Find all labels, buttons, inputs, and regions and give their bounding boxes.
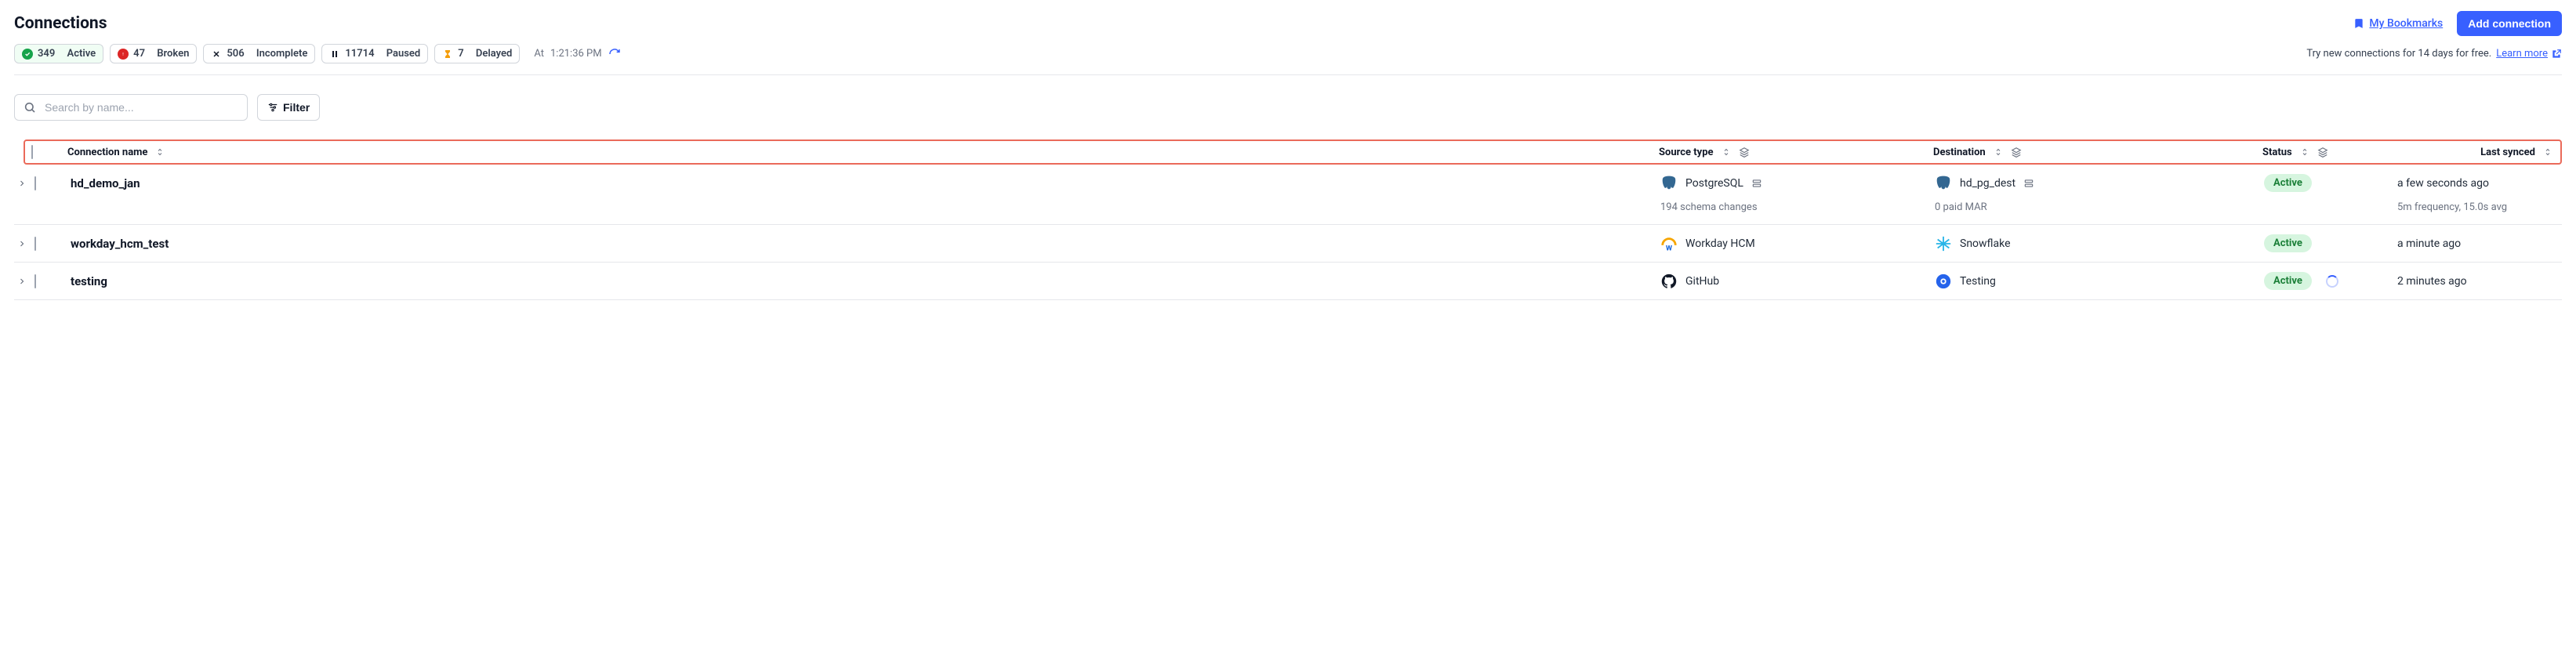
table-row-details: 194 schema changes 0 paid MAR 5m frequen…: [14, 201, 2562, 225]
testing-icon: [1935, 273, 1952, 290]
syncing-spinner-icon: [2326, 275, 2338, 288]
pill-delayed[interactable]: 7 Delayed: [434, 44, 520, 63]
x-icon: [211, 49, 222, 60]
col-destination: Destination: [1933, 147, 1986, 158]
pill-paused-label: Paused: [386, 48, 421, 60]
expand-row-icon[interactable]: [14, 277, 30, 286]
stack-icon: [1751, 178, 1762, 189]
sort-icon[interactable]: [155, 147, 165, 157]
row-checkbox[interactable]: [34, 176, 36, 190]
filter-button[interactable]: Filter: [257, 94, 320, 121]
destination-subtext: 0 paid MAR: [1935, 201, 2264, 213]
select-all-checkbox[interactable]: [31, 145, 33, 159]
last-synced-value: a few seconds ago: [2397, 177, 2554, 190]
filter-label: Filter: [283, 101, 310, 114]
pill-active-count: 349: [38, 48, 55, 60]
pill-incomplete[interactable]: 506 Incomplete: [203, 44, 315, 63]
sort-icon[interactable]: [2300, 147, 2309, 157]
col-status: Status: [2262, 147, 2292, 158]
sort-icon[interactable]: [2543, 147, 2552, 157]
group-icon[interactable]: [2317, 147, 2328, 158]
expand-row-icon[interactable]: [14, 179, 30, 188]
pill-incomplete-label: Incomplete: [256, 48, 307, 60]
timestamp-value: 1:21:36 PM: [550, 48, 602, 60]
learn-more-label: Learn more: [2496, 48, 2548, 60]
source-label: Workday HCM: [1685, 237, 1755, 250]
table-row[interactable]: workday_hcm_test W Workday HCM Snowflake…: [14, 225, 2562, 263]
search-input[interactable]: [14, 94, 248, 121]
my-bookmarks-link[interactable]: My Bookmarks: [2353, 17, 2443, 30]
github-icon: [1660, 273, 1678, 290]
postgres-icon: [1935, 175, 1952, 192]
destination-label: hd_pg_dest: [1960, 177, 2015, 190]
col-source-type: Source type: [1659, 147, 1714, 158]
my-bookmarks-label: My Bookmarks: [2369, 17, 2443, 30]
search-icon: [24, 101, 36, 114]
group-icon[interactable]: [1739, 147, 1750, 158]
sort-icon[interactable]: [1994, 147, 2003, 157]
col-connection-name: Connection name: [67, 147, 147, 158]
trial-text: Try new connections for 14 days for free…: [2306, 48, 2491, 60]
external-link-icon: [2551, 49, 2562, 60]
source-subtext: 194 schema changes: [1660, 201, 1935, 213]
alert-circle-icon: [118, 49, 129, 60]
timestamp-prefix: At: [534, 48, 544, 60]
last-synced-value: 2 minutes ago: [2397, 275, 2554, 288]
destination-label: Testing: [1960, 275, 1996, 288]
pill-delayed-count: 7: [458, 48, 463, 60]
pill-paused-count: 11714: [345, 48, 374, 60]
stack-icon: [2023, 178, 2034, 189]
row-checkbox[interactable]: [34, 274, 36, 288]
pill-broken-count: 47: [133, 48, 145, 60]
pill-broken-label: Broken: [157, 48, 189, 60]
last-synced-value: a minute ago: [2397, 237, 2554, 250]
connection-name: testing: [71, 274, 1660, 288]
refresh-icon[interactable]: [608, 48, 621, 60]
postgres-icon: [1660, 175, 1678, 192]
connection-name: hd_demo_jan: [71, 176, 1660, 190]
group-icon[interactable]: [2011, 147, 2022, 158]
add-connection-button[interactable]: Add connection: [2457, 11, 2562, 36]
sliders-icon: [267, 102, 278, 113]
row-checkbox[interactable]: [34, 237, 36, 251]
learn-more-link[interactable]: Learn more: [2496, 48, 2562, 60]
table-row[interactable]: testing GitHub Testing Active 2 minutes …: [14, 263, 2562, 300]
sort-icon[interactable]: [1722, 147, 1731, 157]
workday-icon: W: [1660, 235, 1678, 252]
status-badge: Active: [2264, 272, 2312, 290]
connection-name: workday_hcm_test: [71, 237, 1660, 251]
pill-incomplete-count: 506: [227, 48, 244, 60]
col-last-synced: Last synced: [2480, 147, 2535, 158]
expand-row-icon[interactable]: [14, 239, 30, 248]
table-header: Connection name Source type Destination: [24, 139, 2562, 165]
table-row[interactable]: hd_demo_jan PostgreSQL hd_pg_dest Active…: [14, 165, 2562, 201]
source-label: GitHub: [1685, 275, 1719, 288]
destination-label: Snowflake: [1960, 237, 2011, 250]
source-label: PostgreSQL: [1685, 177, 1743, 190]
hourglass-icon: [442, 49, 453, 60]
pause-icon: [329, 49, 340, 60]
svg-text:W: W: [1666, 245, 1672, 252]
page-title: Connections: [14, 14, 107, 33]
snowflake-icon: [1935, 235, 1952, 252]
pill-broken[interactable]: 47 Broken: [110, 44, 197, 63]
pill-delayed-label: Delayed: [476, 48, 512, 60]
check-circle-icon: [22, 49, 33, 60]
sync-subtext: 5m frequency, 15.0s avg: [2397, 201, 2554, 213]
bookmark-icon: [2353, 18, 2364, 29]
last-refreshed-timestamp: At 1:21:36 PM: [534, 48, 620, 60]
pill-active-label: Active: [67, 48, 96, 60]
status-badge: Active: [2264, 174, 2312, 192]
pill-active[interactable]: 349 Active: [14, 44, 103, 63]
status-badge: Active: [2264, 234, 2312, 252]
pill-paused[interactable]: 11714 Paused: [321, 44, 428, 63]
